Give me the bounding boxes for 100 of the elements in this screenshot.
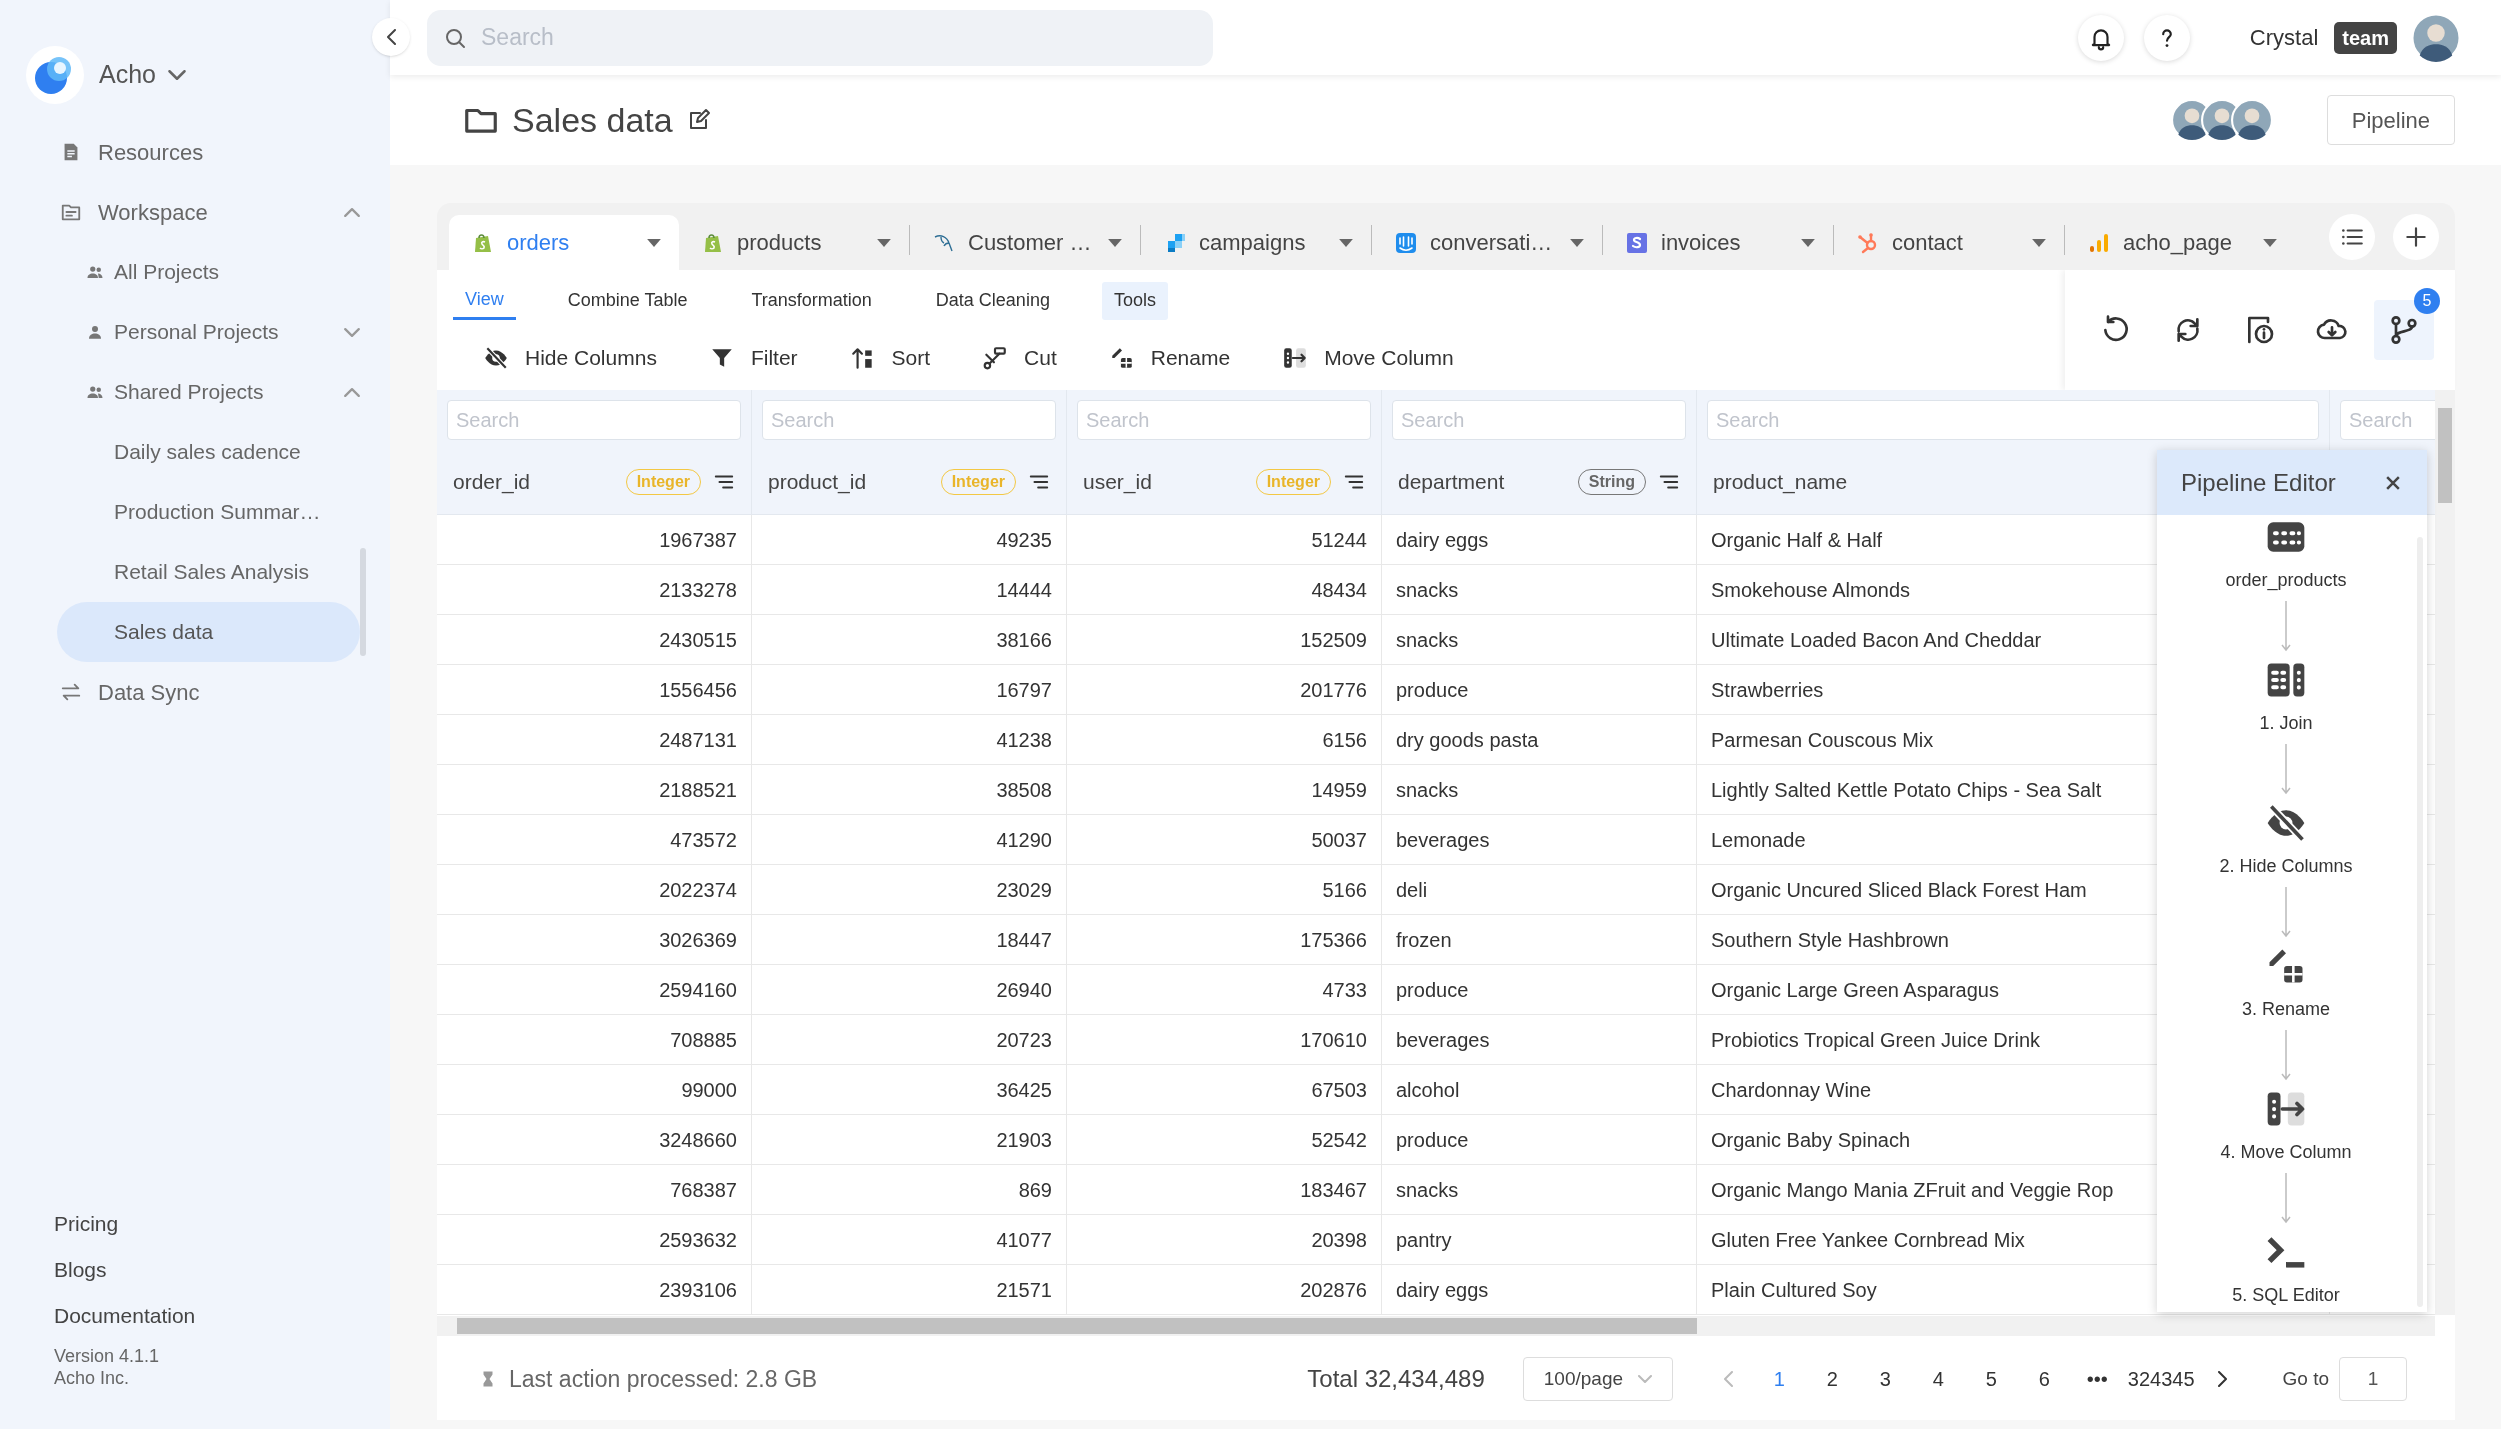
page-size-select[interactable]: 100/page <box>1522 1357 1673 1401</box>
list-button[interactable] <box>2329 213 2375 260</box>
table-cell-text: 152509 <box>1300 627 1367 653</box>
table-tab[interactable]: contact <box>1834 215 2064 270</box>
nav-item[interactable]: Data Sync <box>0 662 390 722</box>
table-cell-text: 20723 <box>996 1027 1052 1053</box>
notifications-button[interactable] <box>2077 14 2124 61</box>
pipeline-step[interactable]: order_products <box>2225 515 2347 594</box>
table-cell-text: 6156 <box>1322 727 1367 753</box>
table-cell-text: 38166 <box>996 627 1052 653</box>
toolbar-tab[interactable]: Data Cleaning <box>923 281 1062 320</box>
table-tab[interactable]: Customer … <box>910 215 1140 270</box>
table-cell-text: 18447 <box>996 927 1052 953</box>
workspace-switcher[interactable]: Acho <box>99 56 186 94</box>
letter-s-tile-icon <box>1625 230 1649 255</box>
table-cell-text: Organic Uncured Sliced Black Forest Ham <box>1711 877 2087 903</box>
company-text: Acho Inc. <box>54 1367 131 1389</box>
toolbar-button[interactable]: Sort <box>849 341 931 374</box>
table-tab[interactable]: invoices <box>1603 215 1833 270</box>
scrollbar-thumb[interactable] <box>457 1318 1697 1334</box>
toolbar-tab[interactable]: View <box>453 281 516 320</box>
column-search-field[interactable]: Search <box>447 400 741 440</box>
table-cell-text: 52542 <box>1311 1127 1367 1153</box>
page-button[interactable]: 3 <box>1858 1364 1912 1394</box>
nav-item[interactable]: Retail Sales Analysis <box>0 542 390 602</box>
table-cell-text: 51244 <box>1311 527 1367 553</box>
table-cell-text: 3026369 <box>659 927 737 953</box>
footer-link[interactable]: Documentation <box>54 1293 390 1339</box>
toolbar-button[interactable]: Filter <box>708 341 798 374</box>
column-search-field[interactable]: Search <box>2340 400 2435 440</box>
page-button[interactable]: ••• <box>2070 1364 2124 1394</box>
nav-item[interactable]: Sales data <box>57 602 360 662</box>
table-cell-text: 473572 <box>670 827 737 853</box>
table-cell-text: produce <box>1396 977 1469 1003</box>
nav-item[interactable]: Shared Projects <box>0 362 390 422</box>
pipeline-step[interactable]: 4. Move Column <box>2220 1087 2352 1166</box>
column-header[interactable]: product_name <box>1713 466 1848 498</box>
scrollbar-thumb[interactable] <box>2438 408 2452 503</box>
nav-item[interactable]: Resources <box>0 122 390 182</box>
table-cell-text: snacks <box>1396 1177 1459 1203</box>
pipeline-step[interactable]: 5. SQL Editor <box>2232 1230 2340 1309</box>
table-cell-text: 2430515 <box>659 627 737 653</box>
pipeline-step[interactable]: 2. Hide Columns <box>2219 801 2353 880</box>
column-search-field[interactable]: Search <box>1077 400 1371 440</box>
toolbar-button[interactable]: Rename <box>1108 341 1231 374</box>
table-cell-text: 3248660 <box>659 1127 737 1153</box>
caret-down-icon <box>1570 238 1584 247</box>
nav-item[interactable]: All Projects <box>0 242 390 302</box>
table-tab[interactable]: orders <box>449 215 679 270</box>
toolbar-tab[interactable]: Combine Table <box>555 281 700 320</box>
table-cell-text: 26940 <box>996 977 1052 1003</box>
page-button[interactable]: 324345 <box>2123 1364 2199 1394</box>
caret-down-icon <box>2032 238 2046 247</box>
pipeline-step[interactable]: 1. Join <box>2259 658 2313 737</box>
table-cell-text: Lemonade <box>1711 827 1806 853</box>
help-button[interactable] <box>2143 14 2190 61</box>
chevron-left-icon <box>1724 1371 1734 1387</box>
table-tab[interactable]: conversati… <box>1372 215 1602 270</box>
footer-link[interactable]: Pricing <box>54 1201 390 1247</box>
column-header[interactable]: department <box>1398 466 1505 498</box>
total-count: Total 32,434,489 <box>1307 1364 1485 1394</box>
column-search-field[interactable]: Search <box>1707 400 2319 440</box>
column-header[interactable]: order_id <box>453 466 531 498</box>
toolbar-button[interactable]: Cut <box>982 341 1057 374</box>
table-cell-text: dairy eggs <box>1396 1277 1489 1303</box>
panel-title: Pipeline Editor <box>2181 467 2337 498</box>
footer-link[interactable]: Blogs <box>54 1247 390 1293</box>
pipeline-button[interactable]: Pipeline <box>2326 95 2455 145</box>
pipeline-step[interactable]: 3. Rename <box>2241 944 2331 1023</box>
table-cell-text: 67503 <box>1311 1077 1367 1103</box>
toolbar-button[interactable]: Move Column <box>1282 341 1454 374</box>
toolbar-tab[interactable]: Tools <box>1101 281 1168 320</box>
page-button[interactable]: 5 <box>1964 1364 2018 1394</box>
page-button[interactable]: 2 <box>1805 1364 1859 1394</box>
nav-item[interactable]: Personal Projects <box>0 302 390 362</box>
column-search-field[interactable]: Search <box>762 400 1056 440</box>
toolbar-button[interactable]: Hide Columns <box>483 341 657 374</box>
page-button[interactable]: 1 <box>1752 1364 1806 1394</box>
toolbar-tab[interactable]: Transformation <box>739 281 884 320</box>
notification-badge: 5 <box>2414 288 2440 314</box>
table-tab[interactable]: products <box>679 215 909 270</box>
page-button[interactable]: 6 <box>2017 1364 2071 1394</box>
table-cell-text: Lightly Salted Kettle Potato Chips - Sea Salt <box>1711 777 2102 803</box>
table-cell-text: 2594160 <box>659 977 737 1003</box>
add-button[interactable] <box>2393 213 2439 260</box>
table-cell-text: Gluten Free Yankee Cornbread Mix <box>1711 1227 2025 1253</box>
nav-item[interactable]: Production Summar… <box>0 482 390 542</box>
column-header[interactable]: user_id <box>1083 466 1152 498</box>
page-button[interactable]: 4 <box>1911 1364 1965 1394</box>
avatar <box>2230 99 2273 141</box>
table-tab[interactable]: acho_page <box>2065 215 2295 270</box>
column-header[interactable]: product_id <box>768 466 867 498</box>
table-tab[interactable]: campaigns <box>1141 215 1371 270</box>
table-cell-text: 2133278 <box>659 577 737 603</box>
nav-item[interactable]: Daily sales cadence <box>0 422 390 482</box>
person-icon <box>86 323 104 341</box>
nav-item[interactable]: Workspace <box>0 182 390 242</box>
goto-field[interactable]: 1 <box>2339 1357 2407 1401</box>
column-search-field[interactable]: Search <box>1392 400 1686 440</box>
scissors-icon <box>982 344 1009 371</box>
